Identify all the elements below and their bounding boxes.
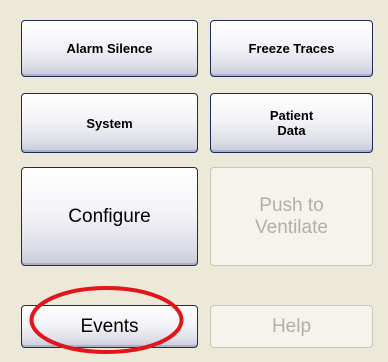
system-label: System [86,115,133,131]
events-label: Events [80,315,139,337]
control-button-panel: Alarm Silence Freeze Traces System Patie… [0,0,388,362]
freeze-traces-button[interactable]: Freeze Traces [210,20,373,77]
configure-label: Configure [68,205,151,227]
freeze-traces-label: Freeze Traces [248,41,335,56]
help-button[interactable]: Help [210,305,373,348]
configure-button[interactable]: Configure [21,167,198,266]
events-button[interactable]: Events [21,305,198,348]
patient-data-label: Patient Data [269,108,314,138]
help-label: Help [271,315,312,337]
push-to-ventilate-button[interactable]: Push to Ventilate [210,167,373,266]
patient-data-button[interactable]: Patient Data [210,93,373,153]
system-button[interactable]: System [21,93,198,153]
alarm-silence-button[interactable]: Alarm Silence [21,20,198,77]
alarm-silence-label: Alarm Silence [66,41,153,56]
push-to-ventilate-label: Push to Ventilate [255,194,328,238]
